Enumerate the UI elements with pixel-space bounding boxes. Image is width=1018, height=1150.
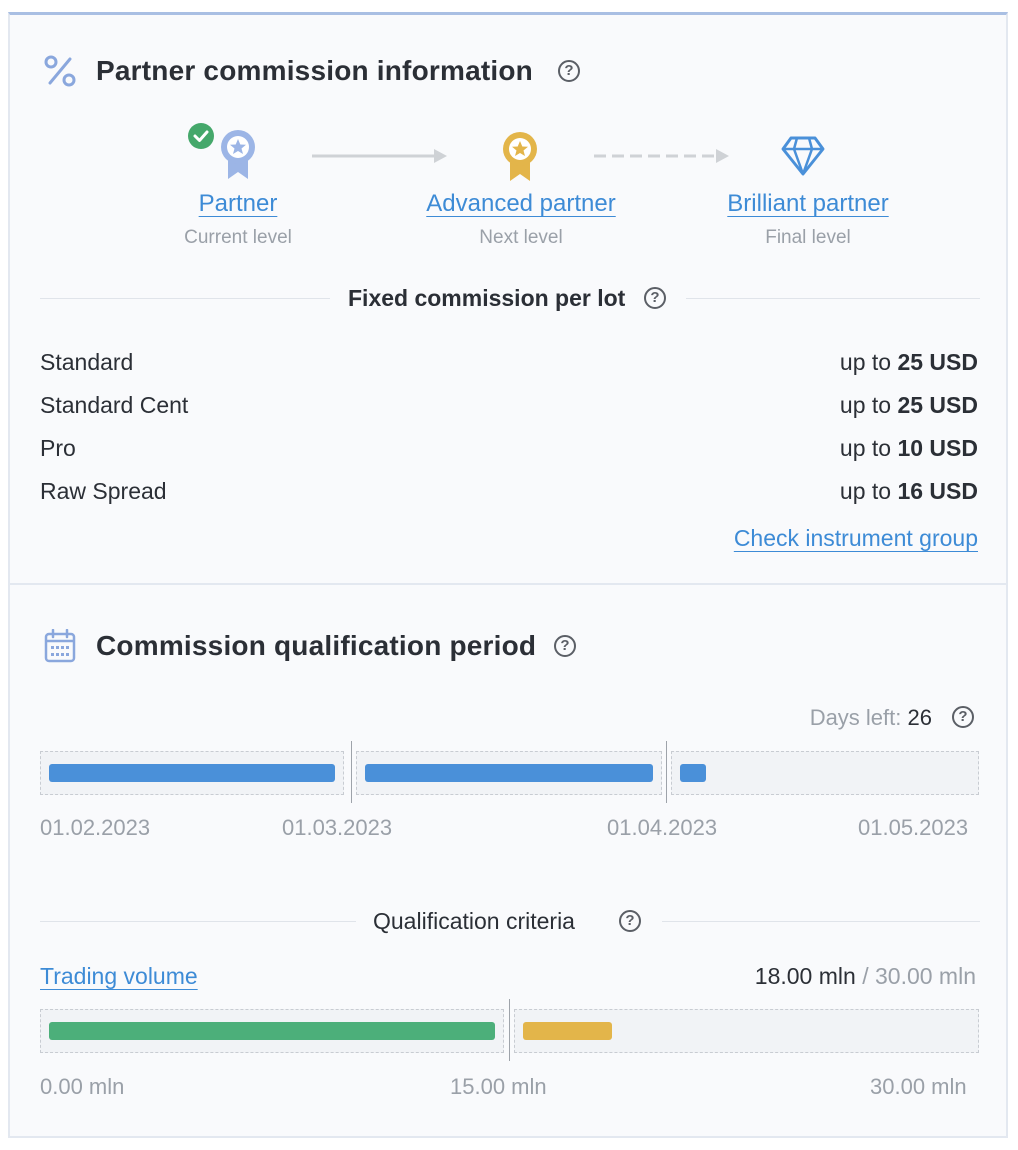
page-title: Partner commission information <box>96 55 533 86</box>
volume-readout: 18.00 mln / 30.00 mln <box>754 963 976 989</box>
account-type-label: Standard <box>40 349 134 375</box>
commission-value: up to 16 USD <box>839 478 978 504</box>
help-icon[interactable]: ? <box>619 910 641 932</box>
period-separator <box>666 741 667 803</box>
level-partner-link[interactable]: Partner <box>108 190 368 218</box>
period-segment-3 <box>671 751 979 795</box>
period-date: 01.05.2023 <box>858 815 969 840</box>
account-type-label: Standard Cent <box>40 392 189 418</box>
divider-line <box>662 921 980 922</box>
level-brilliant-status: Final level <box>765 227 851 248</box>
medal-gold-icon <box>503 132 537 181</box>
help-icon[interactable]: ? <box>644 287 666 309</box>
volume-separator <box>509 999 510 1061</box>
help-icon[interactable]: ? <box>558 60 580 82</box>
days-left-value: 26 <box>907 705 932 730</box>
percent-icon <box>44 55 76 87</box>
period-bar-1 <box>49 764 335 782</box>
arrow-dashed-icon <box>594 149 729 163</box>
divider-line <box>40 921 356 922</box>
check-instrument-group-link[interactable]: Check instrument group <box>712 525 978 552</box>
level-partner-status: Current level <box>184 227 292 248</box>
days-left: Days left: 26 <box>710 705 932 731</box>
volume-tick: 15.00 mln <box>450 1074 547 1099</box>
volume-tick: 30.00 mln <box>870 1074 967 1099</box>
account-type-label: Raw Spread <box>40 478 167 504</box>
period-date: 01.02.2023 <box>40 815 151 840</box>
check-circle-icon <box>188 123 214 149</box>
period-separator <box>351 741 352 803</box>
medal-blue-icon <box>221 130 255 179</box>
level-brilliant-link[interactable]: Brilliant partner <box>678 190 938 218</box>
volume-bar-1 <box>49 1022 495 1040</box>
criteria-title: Qualification criteria <box>373 908 575 934</box>
volume-segment-2 <box>514 1009 979 1053</box>
fixed-commission-title: Fixed commission per lot <box>348 285 626 311</box>
days-left-label: Days left: <box>809 705 902 730</box>
commission-value: up to 25 USD <box>839 392 978 418</box>
volume-tick: 0.00 mln <box>40 1074 125 1099</box>
period-segment-1 <box>40 751 344 795</box>
volume-bar-2 <box>523 1022 613 1040</box>
account-type-label: Pro <box>40 435 76 461</box>
section-title: Commission qualification period <box>96 630 537 661</box>
period-date: 01.04.2023 <box>607 815 718 840</box>
arrow-solid-icon <box>312 149 447 163</box>
divider-line <box>40 298 330 299</box>
period-bar-2 <box>365 764 653 782</box>
help-icon[interactable]: ? <box>554 635 576 657</box>
section-divider <box>10 583 1006 585</box>
trading-volume-link[interactable]: Trading volume <box>40 963 198 990</box>
commission-value: up to 10 USD <box>839 435 978 461</box>
partner-card: Partner commission information ? Partner… <box>8 12 1008 1138</box>
commission-value: up to 25 USD <box>839 349 978 375</box>
divider-line <box>686 298 980 299</box>
period-segment-2 <box>356 751 662 795</box>
calendar-icon <box>44 629 76 663</box>
diamond-icon <box>781 136 825 176</box>
level-advanced-link[interactable]: Advanced partner <box>391 190 651 218</box>
period-date: 01.03.2023 <box>282 815 393 840</box>
period-bar-3 <box>680 764 707 782</box>
level-advanced-status: Next level <box>479 227 563 248</box>
help-icon[interactable]: ? <box>952 706 974 728</box>
volume-segment-1 <box>40 1009 504 1053</box>
